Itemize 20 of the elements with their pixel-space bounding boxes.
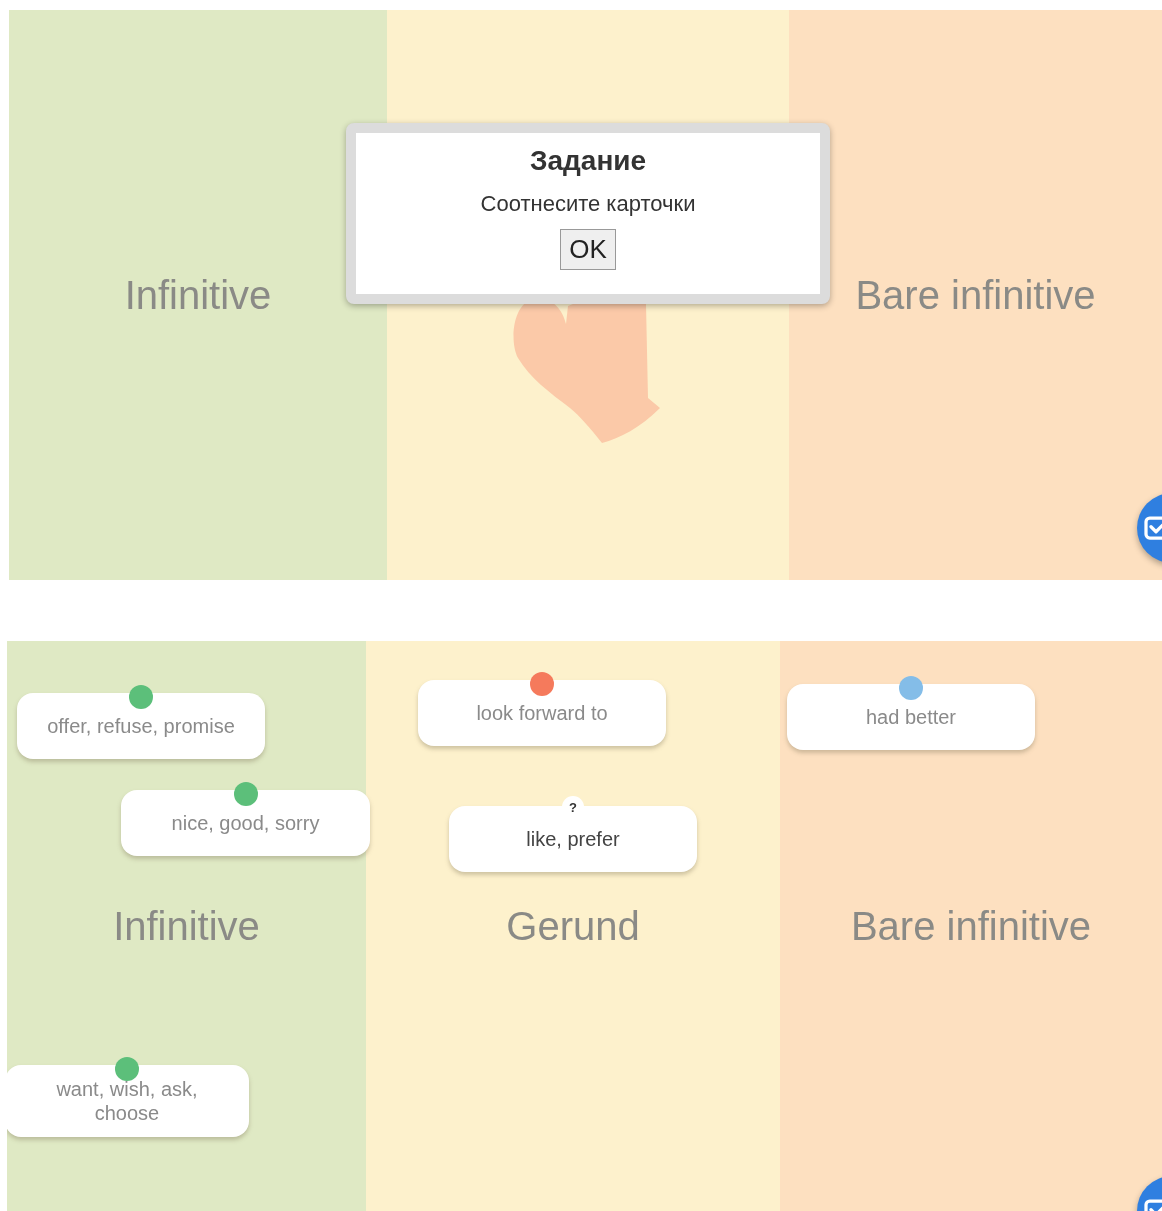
- ok-button[interactable]: OK: [560, 229, 616, 270]
- word-card[interactable]: want, wish, ask, choose: [7, 1065, 249, 1137]
- word-card[interactable]: had better: [787, 684, 1035, 750]
- word-card[interactable]: nice, good, sorry: [121, 790, 370, 856]
- word-card[interactable]: look forward to: [418, 680, 666, 746]
- card-text: had better: [865, 705, 957, 729]
- category-label: Infinitive: [113, 903, 260, 949]
- word-card[interactable]: offer, refuse, promise: [17, 693, 265, 759]
- card-text: offer, refuse, promise: [47, 714, 235, 738]
- dialog-title: Задание: [529, 145, 647, 177]
- category-label: Infinitive: [124, 272, 272, 318]
- card-text: like, prefer: [526, 827, 620, 851]
- checkbox-icon: [1141, 513, 1162, 543]
- category-label: Bare infinitive: [855, 272, 1096, 318]
- category-label: Gerund: [506, 903, 640, 949]
- dialog-message: Соотнесите карточки: [480, 191, 696, 217]
- card-text: look forward to: [476, 701, 608, 725]
- card-text: want, wish, ask, choose: [55, 1077, 199, 1125]
- category-label: Bare infinitive: [850, 903, 1092, 949]
- card-text: nice, good, sorry: [171, 811, 320, 835]
